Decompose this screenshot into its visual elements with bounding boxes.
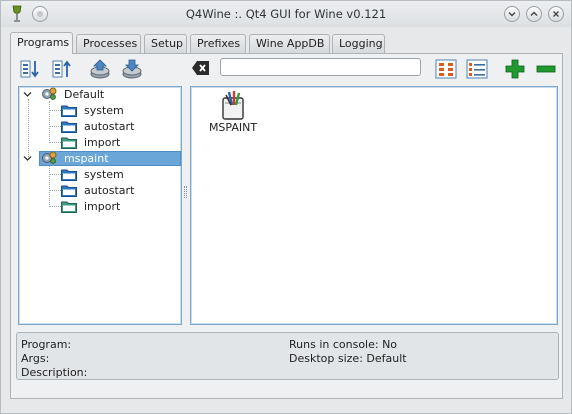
title-bar[interactable]: Q4Wine :. Qt4 GUI for Wine v0.121 [1, 1, 571, 27]
tree-line [49, 174, 61, 175]
window-title: Q4Wine :. Qt4 GUI for Wine v0.121 [185, 7, 387, 21]
search-input[interactable] [220, 58, 421, 76]
tree-item-label: system [84, 104, 124, 117]
tree-item-default[interactable]: Default [23, 87, 173, 102]
clear-search-icon[interactable] [192, 60, 210, 76]
args-label: Args: [21, 352, 50, 365]
close-icon [553, 11, 559, 17]
tree-item-label: import [84, 200, 121, 213]
wine-prefix-icon [42, 151, 57, 164]
expand-all-icon[interactable] [19, 58, 41, 80]
tab-programs[interactable]: Programs [10, 32, 73, 54]
tree-line [49, 101, 50, 143]
chevron-down-icon [508, 12, 516, 17]
tree-item-mspaint[interactable]: mspaint [23, 151, 181, 166]
tree-item-label: import [84, 136, 121, 149]
folder-icon [61, 185, 77, 197]
pane-splitter[interactable] [184, 186, 187, 198]
tree-line [28, 99, 29, 157]
description-label: Description: [21, 366, 88, 379]
status-bar [1, 399, 571, 413]
import-icon[interactable] [89, 58, 111, 80]
tab-setup[interactable]: Setup [144, 34, 187, 53]
tree-line [49, 190, 61, 191]
folder-icon [61, 105, 77, 117]
folder-icon [61, 201, 77, 213]
tree-item-label: mspaint [64, 152, 109, 165]
program-item-mspaint[interactable]: MSPAINT [209, 89, 257, 137]
export-icon[interactable] [121, 58, 143, 80]
folder-icon [61, 137, 77, 149]
tree-line [49, 110, 61, 111]
program-info-panel: Program: Args: Description: Runs in cons… [16, 332, 559, 380]
tab-logging[interactable]: Logging [332, 34, 385, 53]
tab-prefixes[interactable]: Prefixes [190, 34, 246, 53]
desktop-size: Desktop size: Default [289, 352, 407, 365]
icon-view-icon[interactable] [435, 58, 457, 80]
tab-wine-appdb[interactable]: Wine AppDB [249, 34, 330, 53]
tree-line [49, 142, 61, 143]
chevron-up-icon [530, 11, 538, 16]
chevron-down-icon[interactable] [23, 90, 32, 99]
paint-brush-icon [222, 91, 244, 120]
program-item-label: MSPAINT [208, 121, 258, 134]
tree-item-label: Default [64, 88, 105, 101]
tree-line [49, 126, 61, 127]
tree-line [49, 165, 50, 207]
tab-processes[interactable]: Processes [76, 34, 141, 53]
runs-in-console: Runs in console: No [289, 338, 398, 351]
wine-prefix-icon [42, 87, 57, 100]
collapse-all-icon[interactable] [51, 58, 73, 80]
tree-item-label: system [84, 168, 124, 181]
add-icon[interactable] [504, 58, 526, 80]
close-button[interactable] [548, 6, 564, 22]
tree-item-label: autostart [84, 184, 135, 197]
remove-icon[interactable] [535, 58, 557, 80]
folder-icon [61, 169, 77, 181]
folder-icon [61, 121, 77, 133]
list-view-icon[interactable] [466, 58, 488, 80]
minimize-button[interactable] [504, 6, 520, 22]
tree-item-label: autostart [84, 120, 135, 133]
program-label: Program: [21, 338, 72, 351]
selection-highlight [39, 151, 181, 166]
maximize-button[interactable] [526, 6, 542, 22]
tree-line [49, 206, 61, 207]
chevron-down-icon[interactable] [23, 154, 32, 163]
main-window: Q4Wine :. Qt4 GUI for Wine v0.121 Progra… [0, 0, 572, 414]
